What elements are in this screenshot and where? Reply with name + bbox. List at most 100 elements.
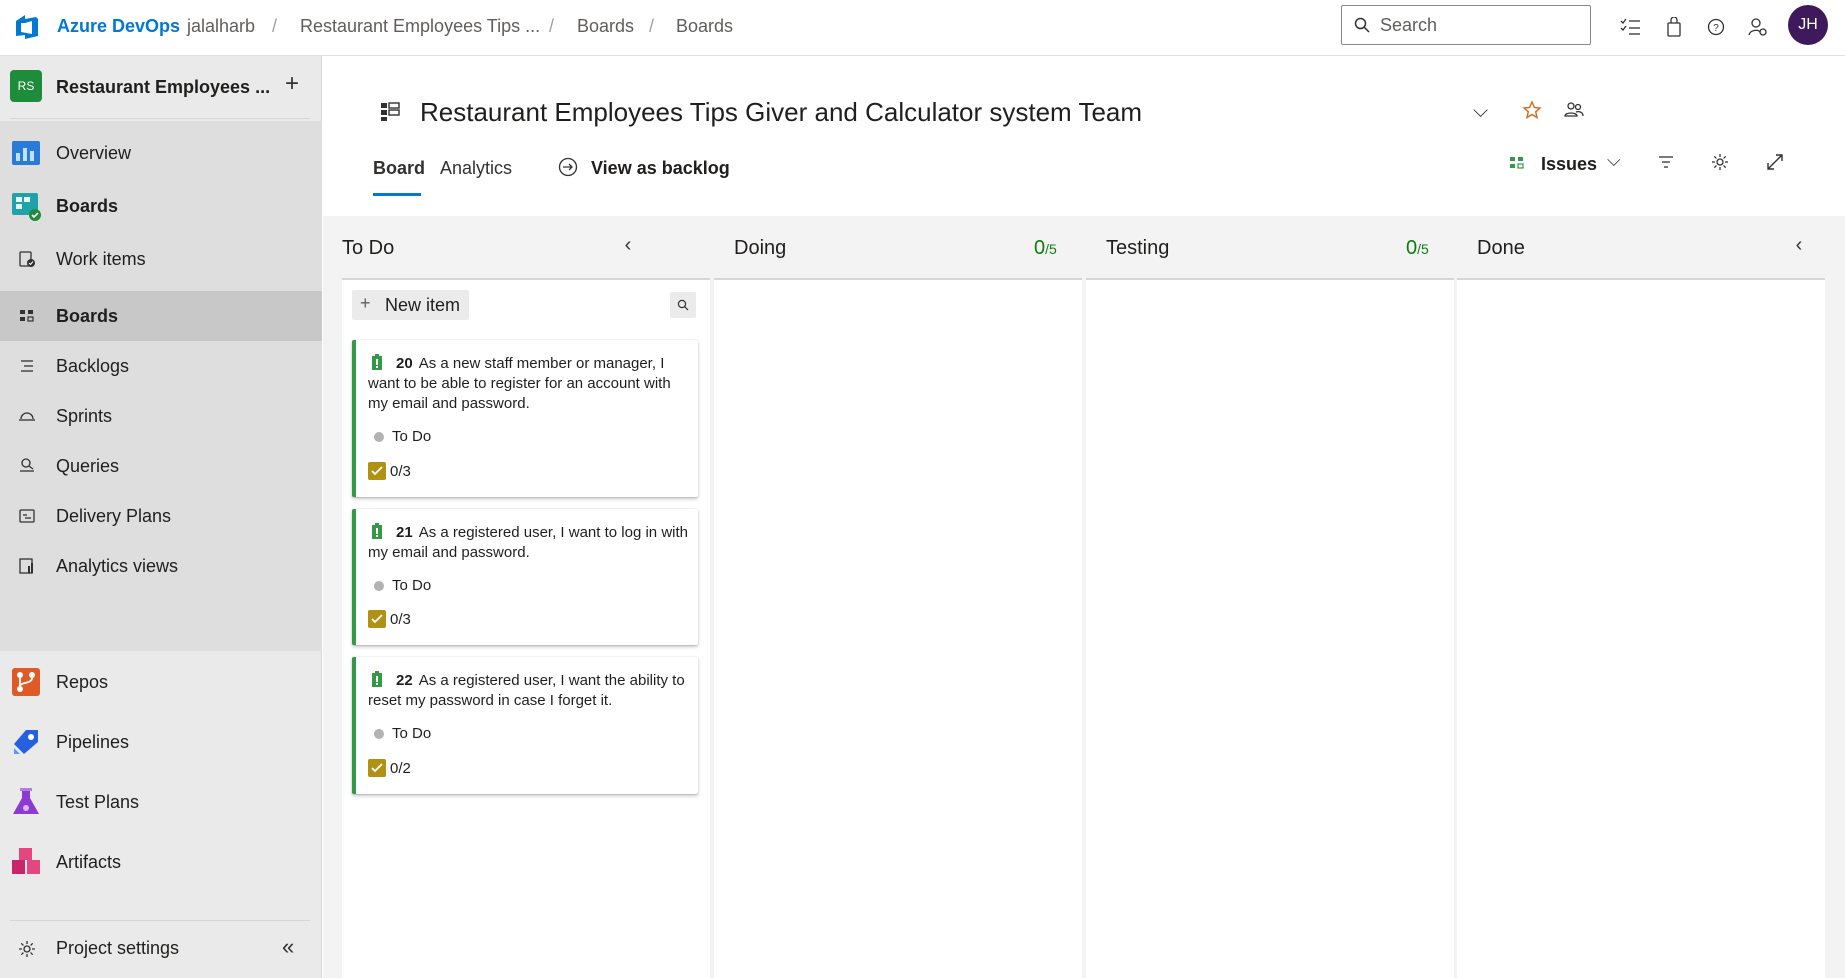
card-id: 21 xyxy=(396,524,413,541)
artifacts-icon xyxy=(12,848,40,874)
card-state-label: To Do xyxy=(392,428,432,445)
sidebar-item-overview[interactable]: Overview xyxy=(0,128,322,178)
card-tasks[interactable]: 0/3 xyxy=(368,462,411,480)
team-dropdown-chevron-icon[interactable]: ⌵ xyxy=(1473,100,1488,123)
main-content: Restaurant Employees Tips Giver and Calc… xyxy=(323,56,1845,978)
sidebar-item-repos[interactable]: Repos xyxy=(0,654,322,710)
new-item-button[interactable]: + New item xyxy=(352,290,469,320)
wip-max: /5 xyxy=(1045,241,1057,257)
azure-devops-logo-icon[interactable] xyxy=(12,12,42,42)
task-checkbox-icon xyxy=(368,759,386,777)
breadcrumb-separator: / xyxy=(649,16,655,36)
boards-icon xyxy=(20,310,34,322)
add-icon[interactable]: + xyxy=(280,70,304,98)
sidebar-item-label: Backlogs xyxy=(56,355,130,376)
project-name[interactable]: Restaurant Employees ... xyxy=(56,77,270,98)
divider xyxy=(10,118,310,119)
column-search-button[interactable] xyxy=(670,292,696,318)
top-bar: Azure DevOps jalalharb / Restaurant Empl… xyxy=(0,0,1845,56)
delivery-plans-icon xyxy=(19,509,35,523)
work-item-card[interactable]: 22 As a registered user, I want the abili… xyxy=(352,657,698,794)
sidebar-item-label: Overview xyxy=(56,142,132,163)
breadcrumb-project[interactable]: Restaurant Employees Tips ... xyxy=(300,16,540,37)
filter-icon[interactable] xyxy=(1656,152,1676,172)
help-icon[interactable]: ? xyxy=(1702,13,1730,41)
team-members-icon[interactable] xyxy=(1564,101,1584,119)
breadcrumb-boards-hub[interactable]: Boards xyxy=(577,16,634,37)
sprints-icon xyxy=(19,412,35,421)
sidebar-item-artifacts[interactable]: Artifacts xyxy=(0,834,322,890)
board-settings-gear-icon[interactable] xyxy=(1710,152,1730,172)
collapse-sidebar-icon[interactable]: « xyxy=(282,934,294,960)
sidebar-item-analytics-views[interactable]: Analytics views xyxy=(0,541,322,591)
project-switcher[interactable]: RS Restaurant Employees ... + xyxy=(0,56,322,116)
column-header-done: Done ‹ xyxy=(1457,216,1825,278)
column-title: Doing xyxy=(734,237,787,259)
sidebar-item-boards[interactable]: Boards xyxy=(0,291,322,341)
search-icon xyxy=(1354,17,1370,33)
project-badge: RS xyxy=(10,70,42,102)
card-task-count: 0/3 xyxy=(390,462,411,480)
fullscreen-expand-icon[interactable] xyxy=(1765,152,1785,172)
card-tasks[interactable]: 0/3 xyxy=(368,610,411,628)
view-as-backlog-button[interactable]: View as backlog xyxy=(591,158,730,179)
breadcrumb-boards[interactable]: Boards xyxy=(676,16,733,37)
avatar[interactable]: JH xyxy=(1788,5,1828,45)
sidebar-item-pipelines[interactable]: Pipelines xyxy=(0,714,322,770)
work-item-card[interactable]: 21 As a registered user, I want to log in… xyxy=(352,509,698,645)
card-id: 22 xyxy=(396,672,413,689)
card-title[interactable]: 21 As a registered user, I want to log in… xyxy=(368,523,688,563)
collapse-column-icon[interactable]: ‹ xyxy=(616,234,640,258)
sidebar-item-work-items[interactable]: Work items xyxy=(0,234,322,284)
column-done xyxy=(1457,278,1825,978)
backlog-level-selector[interactable]: Issues ⌵ xyxy=(1509,148,1629,178)
test-plans-icon xyxy=(13,788,39,814)
project-settings-link[interactable]: Project settings « xyxy=(0,926,322,972)
page-title: Restaurant Employees Tips Giver and Calc… xyxy=(420,97,1143,127)
card-state-label: To Do xyxy=(392,725,432,742)
repos-icon xyxy=(12,668,40,696)
card-state: To Do xyxy=(374,577,431,594)
chevron-down-icon: ⌵ xyxy=(1607,150,1621,170)
breadcrumb-separator: / xyxy=(272,16,278,36)
wip-max: /5 xyxy=(1417,241,1429,257)
breadcrumb-organization[interactable]: jalalharb xyxy=(187,16,255,37)
overview-icon xyxy=(12,141,40,165)
card-state: To Do xyxy=(374,428,431,445)
favorite-star-icon[interactable] xyxy=(1522,100,1542,120)
tab-analytics[interactable]: Analytics xyxy=(440,158,512,179)
svg-text:?: ? xyxy=(1713,23,1719,34)
card-title[interactable]: 20 As a new staff member or manager, I wa… xyxy=(368,354,688,414)
collapse-column-icon[interactable]: ‹ xyxy=(1787,234,1811,258)
task-checkbox-icon xyxy=(368,610,386,628)
sidebar-item-label: Repos xyxy=(56,671,109,692)
backlogs-icon xyxy=(21,360,33,372)
column-title: Testing xyxy=(1106,237,1170,259)
brand-link[interactable]: Azure DevOps xyxy=(57,16,180,37)
sidebar: RS Restaurant Employees ... + Overview B… xyxy=(0,56,322,978)
page-header: Restaurant Employees Tips Giver and Calc… xyxy=(323,56,1845,216)
search-box[interactable] xyxy=(1341,5,1591,45)
card-title[interactable]: 22 As a registered user, I want the abili… xyxy=(368,671,688,711)
wip-count: 0 xyxy=(1406,237,1418,259)
wip-count: 0 xyxy=(1034,237,1046,259)
state-dot-icon xyxy=(374,431,384,442)
divider xyxy=(10,920,310,921)
tab-board[interactable]: Board xyxy=(373,158,425,179)
user-settings-icon[interactable] xyxy=(1744,13,1772,41)
new-item-label: New item xyxy=(385,295,461,315)
sidebar-item-sprints[interactable]: Sprints xyxy=(0,391,322,441)
column-title: To Do xyxy=(342,237,395,259)
search-input[interactable] xyxy=(1380,14,1580,36)
sidebar-item-queries[interactable]: Queries xyxy=(0,441,322,491)
column-header-doing: Doing 0/5 xyxy=(714,216,1082,278)
column-doing xyxy=(714,278,1082,978)
marketplace-bag-icon[interactable] xyxy=(1660,13,1688,41)
sidebar-item-test-plans[interactable]: Test Plans xyxy=(0,774,322,830)
task-list-icon[interactable] xyxy=(1616,13,1644,41)
sidebar-item-backlogs[interactable]: Backlogs xyxy=(0,341,322,391)
sidebar-item-boards-hub[interactable]: Boards xyxy=(0,178,322,234)
work-item-card[interactable]: 20 As a new staff member or manager, I wa… xyxy=(352,340,698,497)
card-tasks[interactable]: 0/2 xyxy=(368,759,411,777)
sidebar-item-delivery-plans[interactable]: Delivery Plans xyxy=(0,491,322,541)
